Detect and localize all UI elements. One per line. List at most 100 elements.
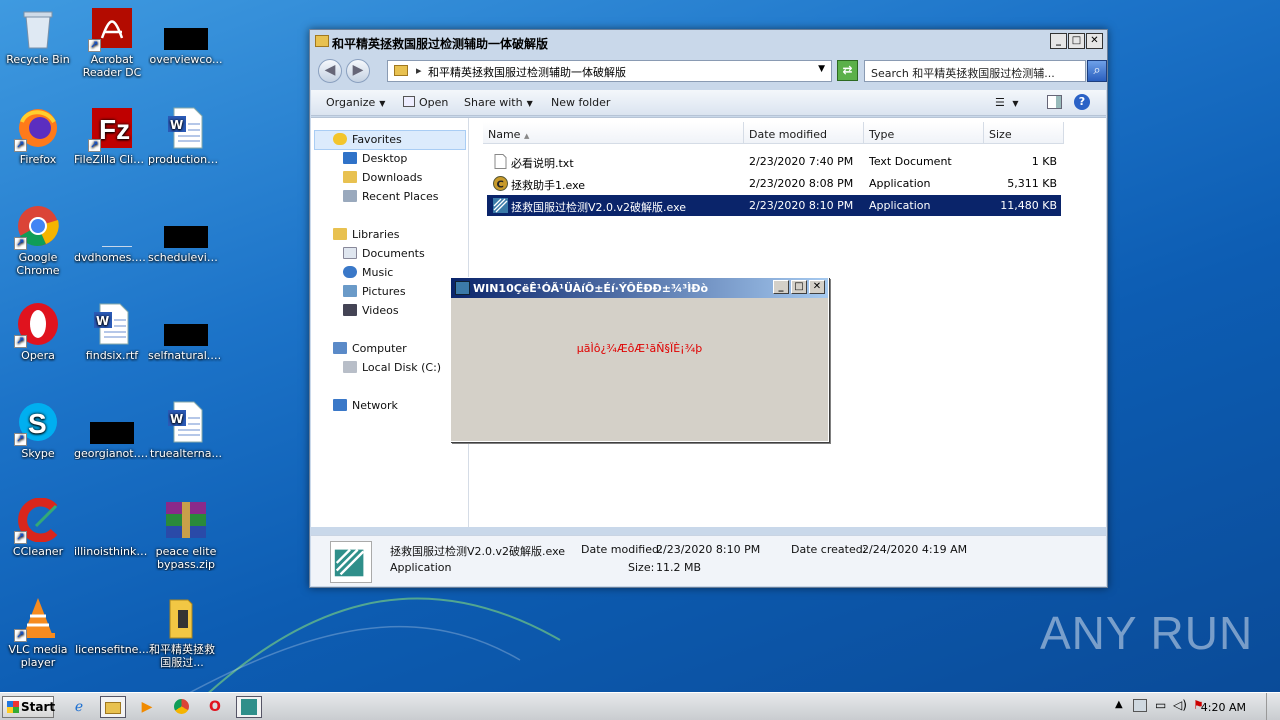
nav-local-disk[interactable]: Local Disk (C:) bbox=[343, 361, 441, 374]
desktop-icon-vlc[interactable]: ↗ VLC media player bbox=[0, 596, 76, 669]
application-c-icon: C bbox=[493, 176, 508, 191]
explorer-taskbar-icon[interactable] bbox=[100, 696, 126, 718]
shortcut-arrow-icon: ↗ bbox=[88, 139, 101, 152]
shortcut-arrow-icon: ↗ bbox=[14, 237, 27, 250]
desktop-icon-overviewco[interactable]: overviewco... bbox=[148, 6, 224, 66]
acrobat-icon: ↗ bbox=[88, 6, 134, 52]
desktop-icon-selfnatural[interactable]: selfnatural.jpg bbox=[148, 302, 224, 362]
detail-created-value: 2/24/2020 4:19 AM bbox=[862, 543, 968, 556]
view-options-icon[interactable]: ☰ ▼ bbox=[995, 96, 1019, 109]
dialog-maximize-button[interactable]: □ bbox=[791, 280, 807, 294]
show-hidden-icons-icon[interactable]: ▲ bbox=[1115, 699, 1123, 710]
desktop-icon-schedulevia[interactable]: schedulevia... bbox=[148, 204, 224, 264]
media-player-icon[interactable]: ▶ bbox=[134, 696, 160, 718]
desktop-icon-folder-hepingjingying[interactable]: 和平精英拯救国服过... bbox=[144, 596, 220, 669]
action-center-icon[interactable] bbox=[1133, 699, 1147, 712]
word-document-icon: W bbox=[90, 302, 134, 346]
dialog-minimize-button[interactable]: _ bbox=[773, 280, 789, 294]
svg-text:C: C bbox=[497, 180, 504, 191]
chevron-down-icon: ▼ bbox=[379, 99, 386, 108]
clock[interactable]: 4:20 AM bbox=[1201, 701, 1246, 714]
detail-filetype: Application bbox=[390, 561, 452, 574]
app-stripes-taskbar-icon[interactable] bbox=[236, 696, 262, 718]
opera-icon: ↗ bbox=[14, 302, 60, 348]
desktop-icon-findsix[interactable]: W findsix.rtf bbox=[74, 302, 150, 362]
desktop-icon-truealterna[interactable]: W truealterna... bbox=[148, 400, 224, 460]
nav-favorites[interactable]: Favorites bbox=[333, 133, 402, 146]
videos-icon bbox=[343, 304, 357, 316]
redacted-thumbnail-icon bbox=[164, 204, 208, 248]
search-icon[interactable]: ⌕ bbox=[1087, 60, 1107, 82]
help-icon[interactable]: ? bbox=[1074, 94, 1090, 110]
nav-network[interactable]: Network bbox=[333, 399, 398, 412]
desktop-icon-productionp[interactable]: W productionp... bbox=[148, 106, 224, 166]
nav-documents[interactable]: Documents bbox=[343, 247, 425, 260]
nav-desktop[interactable]: Desktop bbox=[343, 152, 407, 165]
word-document-icon: W bbox=[164, 400, 208, 444]
address-text: 和平精英拯救国服过检测辅助一体破解版 bbox=[428, 66, 626, 79]
desktop-icon-opera[interactable]: ↗ Opera bbox=[0, 302, 76, 362]
filezilla-icon: Fz ↗ bbox=[88, 106, 134, 152]
open-button[interactable]: Open bbox=[403, 96, 448, 109]
desktop-icon-chrome[interactable]: ↗ Google Chrome bbox=[0, 204, 76, 277]
column-header-name[interactable]: Name ▲ bbox=[483, 122, 744, 144]
file-row-selected[interactable]: 拯救国服过检测V2.0.v2破解版.exe 2/23/2020 8:10 PM … bbox=[487, 195, 1061, 216]
desktop-icon-licensefitne[interactable]: licensefitne... bbox=[74, 596, 150, 656]
text-file-icon bbox=[494, 154, 507, 169]
desktop-icon-dvdhomes[interactable]: dvdhomes.png bbox=[74, 204, 150, 264]
new-folder-button[interactable]: New folder bbox=[551, 96, 610, 109]
opera-taskbar-icon[interactable]: O bbox=[202, 696, 228, 718]
nav-pictures[interactable]: Pictures bbox=[343, 285, 406, 298]
close-button[interactable]: ✕ bbox=[1086, 33, 1103, 49]
desktop-icon-filezilla[interactable]: Fz ↗ FileZilla Client bbox=[74, 106, 150, 166]
dialog-titlebar[interactable]: WIN10ÇëÊ¹ÓÃ¹ÜÀíÔ±Éí·ÝÔËÐÐ±¾³ÌÐò _ □ ✕ bbox=[451, 278, 828, 298]
downloads-icon bbox=[343, 171, 357, 183]
desktop-icon-peace-elite-zip[interactable]: peace elite bypass.zip bbox=[148, 498, 224, 571]
nav-computer[interactable]: Computer bbox=[333, 342, 407, 355]
chevron-down-icon[interactable]: ▼ bbox=[818, 64, 825, 74]
refresh-button[interactable]: ⇄ bbox=[837, 60, 858, 81]
nav-downloads[interactable]: Downloads bbox=[343, 171, 422, 184]
internet-explorer-icon[interactable]: ℯ bbox=[66, 696, 92, 718]
computer-icon bbox=[333, 342, 347, 354]
nav-videos[interactable]: Videos bbox=[343, 304, 399, 317]
explorer-titlebar[interactable]: 和平精英拯救国服过检测辅助一体破解版 _ □ ✕ bbox=[310, 30, 1107, 54]
dialog-close-button[interactable]: ✕ bbox=[809, 280, 825, 294]
back-button[interactable]: ◀ bbox=[318, 59, 342, 83]
nav-recent-places[interactable]: Recent Places bbox=[343, 190, 439, 203]
address-bar[interactable]: ▸ 和平精英拯救国服过检测辅助一体破解版 ▼ bbox=[387, 60, 832, 82]
desktop-icon-skype[interactable]: S ↗ Skype bbox=[0, 400, 76, 460]
desktop-icon-recycle-bin[interactable]: Recycle Bin bbox=[0, 6, 76, 66]
share-with-button[interactable]: Share with ▼ bbox=[464, 96, 533, 109]
desktop-icon-firefox[interactable]: ↗ Firefox bbox=[0, 106, 76, 166]
chrome-taskbar-icon[interactable] bbox=[168, 696, 194, 718]
volume-icon[interactable]: ◁) bbox=[1173, 698, 1187, 712]
desktop-icon-illinoisthink[interactable]: illinoisthink.... bbox=[74, 498, 150, 558]
desktop-icon-georgianot[interactable]: georgianot.jpg bbox=[74, 400, 150, 460]
start-button[interactable]: Start bbox=[2, 696, 55, 718]
column-header-date[interactable]: Date modified bbox=[744, 122, 864, 144]
search-input[interactable]: Search 和平精英拯救国服过检测辅... bbox=[864, 60, 1086, 82]
application-stripes-icon bbox=[455, 281, 470, 295]
desktop-icon bbox=[343, 152, 357, 164]
forward-button[interactable]: ▶ bbox=[346, 59, 370, 83]
file-row[interactable]: 必看说明.txt 2/23/2020 7:40 PM Text Document… bbox=[487, 151, 1061, 172]
folder-icon bbox=[315, 35, 329, 47]
nav-libraries[interactable]: Libraries bbox=[333, 228, 400, 241]
maximize-button[interactable]: □ bbox=[1068, 33, 1085, 49]
chrome-icon: ↗ bbox=[14, 204, 60, 250]
network-tray-icon[interactable]: ▭ bbox=[1155, 698, 1166, 712]
detail-created-label: Date created: bbox=[791, 543, 867, 556]
desktop-icon-acrobat[interactable]: ↗ Acrobat Reader DC bbox=[74, 6, 150, 79]
column-header-type[interactable]: Type bbox=[864, 122, 984, 144]
file-row[interactable]: C 拯救助手1.exe 2/23/2020 8:08 PM Applicatio… bbox=[487, 173, 1061, 194]
column-header-size[interactable]: Size bbox=[984, 122, 1064, 144]
organize-button[interactable]: Organize ▼ bbox=[326, 96, 385, 109]
skype-icon: S ↗ bbox=[14, 400, 60, 446]
nav-music[interactable]: Music bbox=[343, 266, 393, 279]
desktop-icon-ccleaner[interactable]: ↗ CCleaner bbox=[0, 497, 76, 558]
minimize-button[interactable]: _ bbox=[1050, 33, 1067, 49]
show-desktop-button[interactable] bbox=[1266, 693, 1280, 720]
preview-pane-icon[interactable] bbox=[1047, 95, 1062, 109]
music-icon bbox=[343, 266, 357, 278]
